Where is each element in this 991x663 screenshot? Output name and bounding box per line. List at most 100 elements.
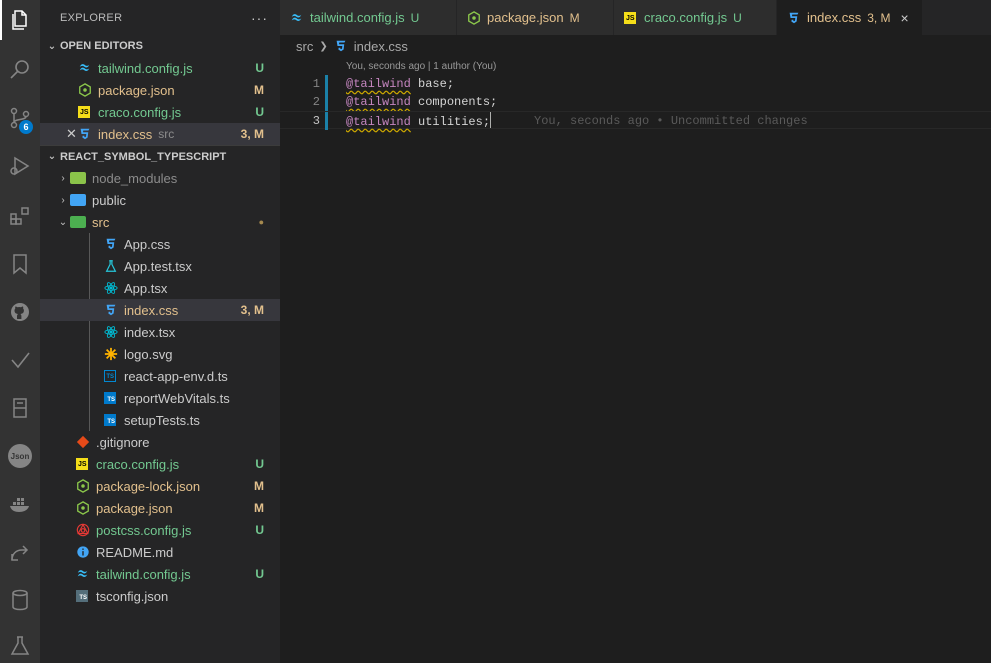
search-activity[interactable]	[0, 50, 40, 90]
at-rule: @tailwind	[346, 115, 411, 129]
tree-label: package-lock.json	[96, 478, 201, 494]
open-editor-item-active[interactable]: ✕ index.css src 3, M	[40, 123, 280, 145]
git-change-marker[interactable]	[325, 112, 328, 130]
open-editor-item[interactable]: tailwind.config.js U	[40, 57, 280, 79]
code-editor[interactable]: You, seconds ago | 1 author (You) 1 @tai…	[280, 57, 991, 663]
json-icon: Json	[8, 444, 32, 468]
close-icon[interactable]: ×	[901, 10, 909, 26]
chevron-right-icon: ❯	[319, 40, 328, 52]
tree-file-logo-svg[interactable]: logo.svg	[40, 343, 280, 365]
docker-icon	[10, 498, 29, 512]
tree-file-index-css[interactable]: index.css 3, M	[40, 299, 280, 321]
tree-file-setup-tests[interactable]: TS setupTests.ts	[40, 409, 280, 431]
git-status: M	[254, 501, 264, 515]
git-status: U	[255, 523, 264, 537]
tab-status: M	[569, 10, 580, 25]
tree-file-craco-config[interactable]: JS craco.config.js U	[40, 453, 280, 475]
at-rule: @tailwind	[346, 77, 411, 91]
tab-tailwind-config[interactable]: tailwind.config.js U	[280, 0, 457, 35]
node-icon	[76, 501, 90, 515]
explorer-activity[interactable]	[0, 0, 40, 40]
debug-activity[interactable]	[0, 146, 40, 186]
database-activity[interactable]	[0, 580, 40, 620]
tree-file-readme[interactable]: README.md	[40, 541, 280, 563]
tree-file-tsconfig[interactable]: TS tsconfig.json	[40, 585, 280, 607]
tree-file-app-test[interactable]: App.test.tsx	[40, 255, 280, 277]
bookmarks-activity[interactable]	[0, 244, 40, 284]
git-status: 3, M	[240, 127, 264, 141]
breadcrumb-folder[interactable]: src	[296, 39, 313, 54]
code-line[interactable]: 2 @tailwind components;	[280, 93, 991, 111]
code-line[interactable]: 1 @tailwind base;	[280, 75, 991, 93]
open-editors-section[interactable]: ⌄ OPEN EDITORS	[40, 35, 280, 57]
live-share-icon	[11, 545, 29, 561]
tree-file-report-web-vitals[interactable]: TS reportWebVitals.ts	[40, 387, 280, 409]
tree-label: postcss.config.js	[96, 522, 192, 538]
tailwind-icon	[78, 61, 92, 75]
remote-activity[interactable]	[0, 388, 40, 428]
github-icon	[11, 303, 29, 321]
tree-file-tailwind-config[interactable]: tailwind.config.js U	[40, 563, 280, 585]
js-icon: JS	[78, 106, 90, 118]
close-icon[interactable]: ✕	[66, 126, 77, 142]
tree-label: tsconfig.json	[96, 588, 169, 604]
css-icon	[104, 303, 118, 317]
tree-label: logo.svg	[124, 346, 173, 362]
project-label: REACT_SYMBOL_TYPESCRIPT	[60, 150, 227, 163]
open-editor-item[interactable]: JS craco.config.js U	[40, 101, 280, 123]
open-editor-label: tailwind.config.js	[98, 60, 193, 76]
tree-file-app-tsx[interactable]: App.tsx	[40, 277, 280, 299]
tree-file-gitignore[interactable]: .gitignore	[40, 431, 280, 453]
tree-folder-node-modules[interactable]: › node_modules	[40, 167, 280, 189]
tab-craco-config[interactable]: JS craco.config.js U	[614, 0, 777, 35]
tab-index-css[interactable]: index.css 3, M ×	[777, 0, 923, 35]
tab-package-json[interactable]: package.json M	[457, 0, 614, 35]
js-icon: JS	[624, 11, 636, 24]
source-control-badge: 6	[19, 120, 33, 134]
live-share-activity[interactable]	[0, 532, 40, 572]
github-activity[interactable]	[0, 292, 40, 332]
git-change-marker[interactable]	[325, 75, 328, 93]
tree-file-react-app-env[interactable]: TS react-app-env.d.ts	[40, 365, 280, 387]
testing-activity[interactable]	[0, 626, 40, 663]
breadcrumb: src ❯ index.css	[280, 35, 991, 57]
git-codelens[interactable]: You, seconds ago | 1 author (You)	[346, 61, 496, 72]
tree-folder-src[interactable]: ⌄ src ●	[40, 211, 280, 233]
tree-file-postcss-config[interactable]: postcss.config.js U	[40, 519, 280, 541]
tree-folder-public[interactable]: › public	[40, 189, 280, 211]
open-editor-item[interactable]: package.json M	[40, 79, 280, 101]
tab-label: package.json	[487, 10, 564, 25]
git-status: U	[255, 61, 264, 75]
git-change-marker[interactable]	[325, 93, 328, 111]
activity-bar: 6 Json	[0, 0, 40, 663]
info-icon	[76, 545, 90, 559]
modified-dot: ●	[258, 217, 264, 227]
tree-label: node_modules	[92, 170, 178, 186]
json-activity[interactable]: Json	[0, 436, 40, 476]
todo-activity[interactable]	[0, 340, 40, 380]
docker-activity[interactable]	[0, 484, 40, 524]
tree-file-index-tsx[interactable]: index.tsx	[40, 321, 280, 343]
tree-file-app-css[interactable]: App.css	[40, 233, 280, 255]
ts-icon: TS	[104, 414, 116, 426]
tree-file-package-lock[interactable]: package-lock.json M	[40, 475, 280, 497]
breadcrumb-file[interactable]: index.css	[354, 39, 408, 54]
git-status: U	[255, 567, 264, 581]
tab-status: 3, M	[867, 10, 891, 25]
bookmark-icon	[13, 254, 27, 275]
tree-label: .gitignore	[96, 434, 150, 450]
at-rule-arg: components;	[410, 95, 498, 109]
git-icon	[76, 435, 90, 449]
source-control-activity[interactable]: 6	[0, 98, 40, 138]
editor-tabs: tailwind.config.js U package.json M JS c…	[280, 0, 991, 35]
more-actions-icon[interactable]: ···	[251, 10, 268, 26]
files-icon	[12, 10, 27, 30]
at-rule-arg: base;	[410, 77, 455, 91]
folder-node-icon	[70, 172, 86, 184]
project-section[interactable]: ⌄ REACT_SYMBOL_TYPESCRIPT	[40, 145, 280, 167]
code-line-current[interactable]: 3 @tailwind utilities; You, seconds ago …	[280, 111, 991, 130]
line-number: 3	[312, 114, 320, 128]
tree-file-package-json[interactable]: package.json M	[40, 497, 280, 519]
explorer-header: EXPLORER ···	[40, 0, 280, 35]
extensions-activity[interactable]	[0, 196, 40, 236]
